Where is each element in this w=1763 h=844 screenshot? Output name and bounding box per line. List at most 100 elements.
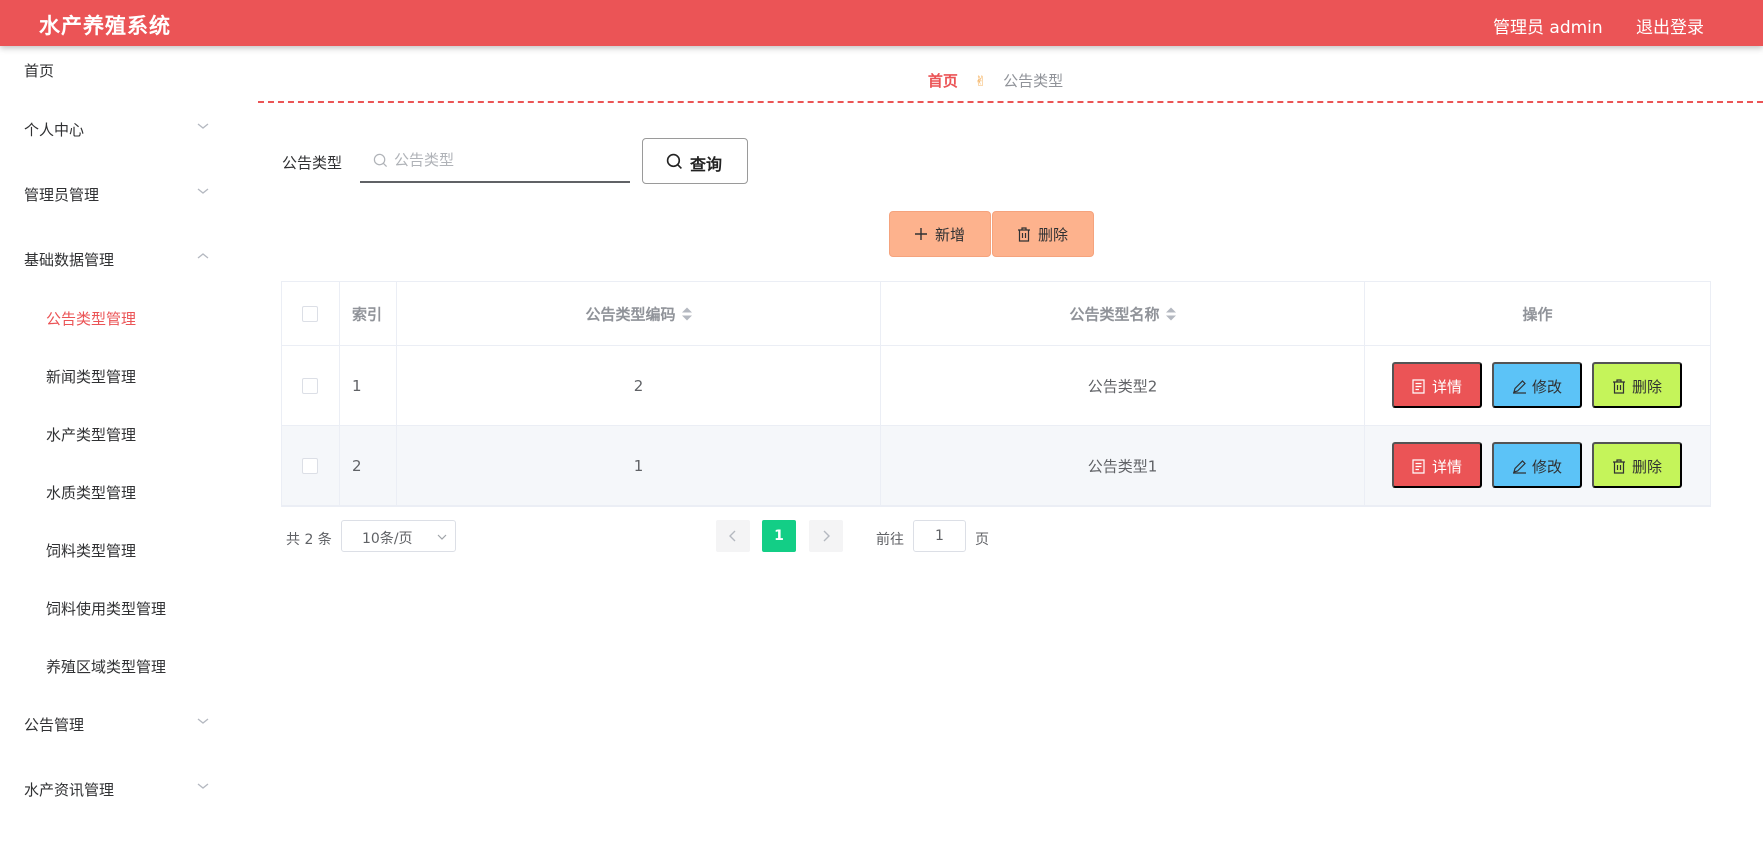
document-icon: [1412, 379, 1425, 394]
edit-button[interactable]: 修改: [1492, 442, 1582, 488]
breadcrumb-home[interactable]: 首页: [928, 72, 958, 90]
sidebar-item-personal-center[interactable]: 个人中心: [0, 109, 228, 149]
breadcrumb: 首页 ✌ 公告类型: [228, 70, 1763, 91]
page-number-label: 1: [774, 528, 784, 544]
delete-button[interactable]: 删除: [1592, 442, 1682, 488]
row-name: 公告类型2: [1087, 377, 1158, 395]
batch-delete-button[interactable]: 删除: [992, 211, 1094, 257]
column-header-index: 索引: [352, 305, 383, 323]
sidebar-item-label: 水质类型管理: [46, 484, 137, 502]
column-header-name: 公告类型名称: [1069, 305, 1160, 323]
add-button[interactable]: 新增: [889, 211, 991, 257]
pagination-total: 共 2 条: [286, 532, 332, 548]
sidebar-item-label: 饲料类型管理: [46, 542, 137, 560]
row-checkbox[interactable]: [302, 377, 318, 394]
row-code: 2: [633, 376, 644, 395]
next-page-button[interactable]: [809, 520, 843, 552]
sidebar-item-label: 基础数据管理: [24, 251, 115, 269]
prev-page-button[interactable]: [716, 520, 750, 552]
header-select-cell: [282, 282, 340, 345]
app-header: 水产养殖系统 管理员 admin 退出登录: [0, 0, 1763, 46]
search-label: 公告类型: [282, 154, 343, 172]
sort-icon[interactable]: [681, 307, 692, 321]
sidebar-item-basic-data[interactable]: 基础数据管理: [0, 239, 228, 279]
app-title: 水产养殖系统: [39, 14, 171, 38]
sort-icon[interactable]: [1165, 307, 1176, 321]
sidebar-item-label: 新闻类型管理: [46, 368, 137, 386]
sidebar-item-label: 水产资讯管理: [24, 781, 115, 799]
goto-label: 前往: [876, 532, 904, 548]
page-size-select[interactable]: 10条/页: [341, 520, 456, 552]
row-index-cell: 1: [340, 346, 397, 425]
search-field: [360, 138, 630, 183]
sidebar-item-farm-area-type[interactable]: 养殖区域类型管理: [0, 646, 228, 686]
sidebar-item-aquatic-type[interactable]: 水产类型管理: [0, 414, 228, 454]
sidebar-item-news-type[interactable]: 新闻类型管理: [0, 356, 228, 396]
row-actions-cell: 详情 修改 删除: [1365, 426, 1710, 505]
query-button[interactable]: 查询: [642, 138, 748, 184]
sidebar-item-feed-usage-type[interactable]: 饲料使用类型管理: [0, 588, 228, 628]
goto-suffix: 页: [975, 532, 989, 548]
sidebar-item-label: 公告管理: [24, 716, 85, 734]
table-row: 2 1 公告类型1 详情 修改 删除: [282, 426, 1710, 506]
select-all-checkbox[interactable]: [302, 305, 318, 322]
chevron-down-icon: [197, 123, 209, 129]
detail-button[interactable]: 详情: [1392, 442, 1482, 488]
delete-button-label: 删除: [1632, 379, 1663, 396]
row-index-cell: 2: [340, 426, 397, 505]
row-index: 2: [352, 456, 362, 475]
main-content: 首页 ✌ 公告类型 公告类型 查询 新增 删除 索引 公告类型编码: [228, 46, 1763, 844]
row-code-cell: 1: [397, 426, 881, 505]
detail-button[interactable]: 详情: [1392, 362, 1482, 408]
breadcrumb-current: 公告类型: [1003, 72, 1064, 90]
trash-icon: [1018, 227, 1030, 242]
table-header-row: 索引 公告类型编码 公告类型名称 操作: [282, 282, 1710, 346]
logout-link[interactable]: 退出登录: [1636, 13, 1704, 38]
sidebar-item-feed-type[interactable]: 饲料类型管理: [0, 530, 228, 570]
sidebar-item-label: 首页: [24, 62, 55, 80]
sidebar-item-aquatic-news[interactable]: 水产资讯管理: [0, 769, 228, 809]
header-name-cell[interactable]: 公告类型名称: [881, 282, 1365, 345]
current-user: 管理员 admin: [1493, 18, 1603, 38]
query-button-label: 查询: [690, 157, 723, 174]
column-header-code-wrap: 公告类型编码: [585, 303, 692, 324]
sidebar-item-notice-type[interactable]: 公告类型管理: [0, 298, 228, 338]
sidebar: 首页 个人中心 管理员管理 基础数据管理 公告类型管理 新闻类型管理 水产类型管…: [0, 46, 228, 844]
chevron-down-icon: [197, 783, 209, 789]
pagination: 共 2 条 10条/页 1 前往 页: [281, 520, 1181, 554]
row-index: 1: [352, 376, 362, 395]
chevron-up-icon: [197, 253, 209, 259]
sidebar-item-label: 公告类型管理: [46, 310, 137, 328]
chevron-down-icon: [197, 188, 209, 194]
row-name: 公告类型1: [1087, 457, 1158, 475]
notice-type-table: 索引 公告类型编码 公告类型名称 操作 1 2 公告类型2 详情 修改 删除 2…: [281, 281, 1711, 507]
add-button-label: 新增: [935, 227, 966, 244]
table-row: 1 2 公告类型2 详情 修改 删除: [282, 346, 1710, 426]
header-actions-cell: 操作: [1365, 282, 1710, 345]
sidebar-item-admin-management[interactable]: 管理员管理: [0, 174, 228, 214]
edit-button-label: 修改: [1532, 459, 1563, 476]
page-size-value: 10条/页: [362, 531, 413, 547]
edit-icon: [1513, 380, 1526, 394]
edit-icon: [1513, 460, 1526, 474]
search-icon: [373, 153, 388, 168]
delete-button[interactable]: 删除: [1592, 362, 1682, 408]
page-number-current[interactable]: 1: [762, 520, 796, 552]
trash-icon: [1613, 379, 1625, 394]
sidebar-item-home[interactable]: 首页: [0, 50, 228, 90]
sidebar-item-notice-management[interactable]: 公告管理: [0, 704, 228, 744]
edit-button[interactable]: 修改: [1492, 362, 1582, 408]
row-name-cell: 公告类型1: [881, 426, 1365, 505]
row-code-cell: 2: [397, 346, 881, 425]
search-input[interactable]: [394, 146, 620, 174]
row-select-cell: [282, 346, 340, 425]
column-header-actions: 操作: [1522, 305, 1553, 323]
search-icon: [666, 153, 682, 169]
row-select-cell: [282, 426, 340, 505]
header-code-cell[interactable]: 公告类型编码: [397, 282, 881, 345]
sidebar-item-water-quality-type[interactable]: 水质类型管理: [0, 472, 228, 512]
goto-page-input[interactable]: [913, 520, 966, 552]
row-checkbox[interactable]: [302, 457, 318, 474]
column-header-name-wrap: 公告类型名称: [1069, 303, 1176, 324]
plus-icon: [915, 228, 927, 240]
